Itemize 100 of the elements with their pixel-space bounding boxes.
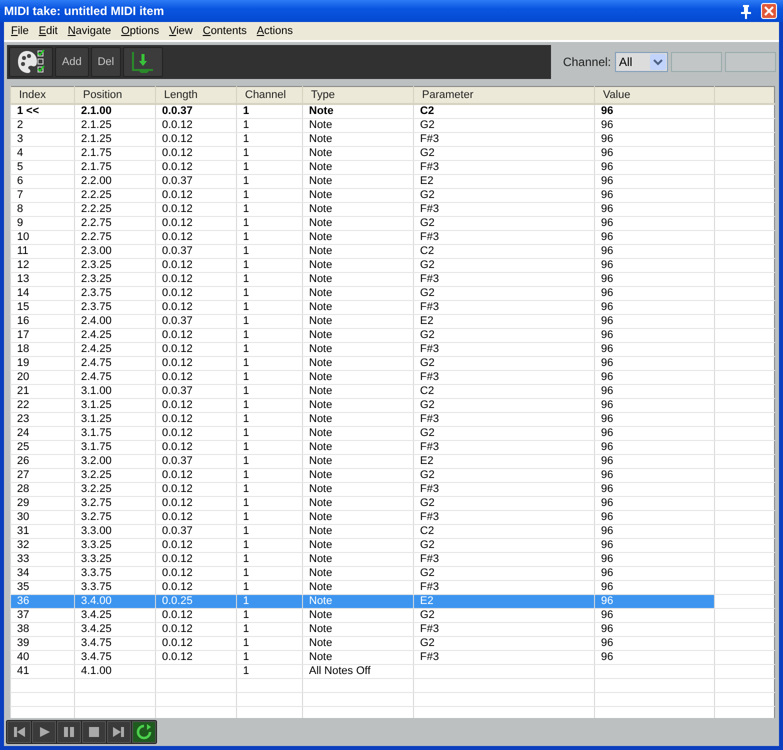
- table-row[interactable]: 28 3.2.25 0.0.12 1 Note F#3 96: [10, 482, 774, 496]
- table-row[interactable]: 20 2.4.75 0.0.12 1 Note F#3 96: [10, 370, 774, 384]
- table-row[interactable]: 22 3.1.25 0.0.12 1 Note G2 96: [10, 398, 774, 412]
- column-header[interactable]: Position: [74, 86, 156, 104]
- table-row[interactable]: 7 2.2.25 0.0.12 1 Note G2 96: [10, 188, 774, 202]
- table-row[interactable]: 4 2.1.75 0.0.12 1 Note G2 96: [10, 146, 774, 160]
- table-cell: 1: [236, 230, 302, 244]
- table-cell: 96: [594, 552, 714, 566]
- menu-item[interactable]: Navigate: [62, 25, 116, 37]
- table-cell: 34: [10, 566, 74, 580]
- skip-forward-button[interactable]: [107, 721, 131, 743]
- menu-item[interactable]: Edit: [34, 25, 63, 37]
- table-cell: G2: [414, 286, 594, 300]
- table-cell: 2.3.75: [74, 300, 156, 314]
- palette-button[interactable]: [9, 47, 53, 77]
- insert-button[interactable]: [123, 47, 164, 77]
- table-row[interactable]: 33 3.3.25 0.0.12 1 Note F#3 96: [10, 552, 774, 566]
- toolbar-button[interactable]: Del: [90, 47, 122, 77]
- table-row[interactable]: 5 2.1.75 0.0.12 1 Note F#3 96: [10, 160, 774, 174]
- table-row[interactable]: 29 3.2.75 0.0.12 1 Note G2 96: [10, 496, 774, 510]
- table-cell: 3.3.25: [74, 552, 156, 566]
- menu-item[interactable]: View: [164, 25, 198, 37]
- stop-button[interactable]: [82, 721, 106, 743]
- table-row[interactable]: 40 3.4.75 0.0.12 1 Note F#3 96: [10, 650, 774, 664]
- table-row[interactable]: 3 2.1.25 0.0.12 1 Note F#3 96: [10, 132, 774, 146]
- column-header[interactable]: Value: [594, 86, 714, 104]
- table-cell: 96: [594, 398, 714, 412]
- table-cell: 96: [594, 496, 714, 510]
- table-row[interactable]: 15 2.3.75 0.0.12 1 Note F#3 96: [10, 300, 774, 314]
- table-row[interactable]: 2 2.1.25 0.0.12 1 Note G2 96: [10, 118, 774, 132]
- table-row[interactable]: 26 3.2.00 0.0.37 1 Note E2 96: [10, 454, 774, 468]
- table-cell: 96: [594, 440, 714, 454]
- toolbar-button[interactable]: Add: [55, 47, 89, 77]
- table-row[interactable]: 38 3.4.25 0.0.12 1 Note F#3 96: [10, 622, 774, 636]
- table-cell: 96: [594, 300, 714, 314]
- table-row[interactable]: 19 2.4.75 0.0.12 1 Note G2 96: [10, 356, 774, 370]
- table-cell: 0.0.12: [156, 328, 236, 342]
- skip-back-button[interactable]: [7, 721, 31, 743]
- table-cell: 1: [236, 398, 302, 412]
- column-header[interactable]: Length: [156, 86, 236, 104]
- table-row[interactable]: 1 << 2.1.00 0.0.37 1 Note C2 96: [10, 104, 774, 118]
- table-cell: 18: [10, 342, 74, 356]
- channel-dropdown[interactable]: All: [615, 52, 668, 72]
- table-cell: 96: [594, 104, 714, 118]
- table-row[interactable]: 18 2.4.25 0.0.12 1 Note F#3 96: [10, 342, 774, 356]
- table-row[interactable]: 34 3.3.75 0.0.12 1 Note G2 96: [10, 566, 774, 580]
- table-cell: 0.0.37: [156, 174, 236, 188]
- repeat-button[interactable]: [132, 721, 156, 743]
- table-cell: 0.0.12: [156, 608, 236, 622]
- table-row[interactable]: 8 2.2.25 0.0.12 1 Note F#3 96: [10, 202, 774, 216]
- table-row[interactable]: 37 3.4.25 0.0.12 1 Note G2 96: [10, 608, 774, 622]
- table-row[interactable]: 13 2.3.25 0.0.12 1 Note F#3 96: [10, 272, 774, 286]
- menu-item[interactable]: File: [6, 25, 34, 37]
- menu-item[interactable]: Options: [116, 25, 164, 37]
- pause-button[interactable]: [57, 721, 81, 743]
- table-cell: Note: [302, 496, 414, 510]
- table-cell: Note: [302, 594, 414, 608]
- table-row[interactable]: 24 3.1.75 0.0.12 1 Note G2 96: [10, 426, 774, 440]
- pin-icon[interactable]: [740, 4, 752, 18]
- menu-item[interactable]: Contents: [198, 25, 252, 37]
- table-row[interactable]: 21 3.1.00 0.0.37 1 Note C2 96: [10, 384, 774, 398]
- table-row[interactable]: 11 2.3.00 0.0.37 1 Note C2 96: [10, 244, 774, 258]
- table-cell: 1: [236, 412, 302, 426]
- close-button[interactable]: [761, 3, 777, 19]
- table-row[interactable]: 12 2.3.25 0.0.12 1 Note G2 96: [10, 258, 774, 272]
- table-row[interactable]: 9 2.2.75 0.0.12 1 Note G2 96: [10, 216, 774, 230]
- table-row[interactable]: 32 3.3.25 0.0.12 1 Note G2 96: [10, 538, 774, 552]
- table-cell: Note: [302, 482, 414, 496]
- table-row[interactable]: 25 3.1.75 0.0.12 1 Note F#3 96: [10, 440, 774, 454]
- table-row[interactable]: 10 2.2.75 0.0.12 1 Note F#3 96: [10, 230, 774, 244]
- table-row[interactable]: 30 3.2.75 0.0.12 1 Note F#3 96: [10, 510, 774, 524]
- table-row[interactable]: 14 2.3.75 0.0.12 1 Note G2 96: [10, 286, 774, 300]
- column-header[interactable]: Type: [302, 86, 414, 104]
- table-row[interactable]: 23 3.1.25 0.0.12 1 Note F#3 96: [10, 412, 774, 426]
- table-cell: G2: [414, 538, 594, 552]
- table-cell: 96: [594, 132, 714, 146]
- table-row[interactable]: 6 2.2.00 0.0.37 1 Note E2 96: [10, 174, 774, 188]
- table-row[interactable]: 16 2.4.00 0.0.37 1 Note E2 96: [10, 314, 774, 328]
- play-button[interactable]: [32, 721, 56, 743]
- table-row[interactable]: 41 4.1.00 1 All Notes Off: [10, 664, 774, 678]
- menu-item[interactable]: Actions: [252, 25, 298, 37]
- table-cell: F#3: [414, 160, 594, 174]
- table-cell: Note: [302, 342, 414, 356]
- table-cell: 1: [236, 300, 302, 314]
- table-cell: Note: [302, 272, 414, 286]
- column-header[interactable]: Index: [10, 86, 74, 104]
- table-cell: 0.0.12: [156, 188, 236, 202]
- column-header[interactable]: Channel: [236, 86, 302, 104]
- table-cell: 96: [594, 566, 714, 580]
- table-row[interactable]: 17 2.4.25 0.0.12 1 Note G2 96: [10, 328, 774, 342]
- table-cell: 96: [594, 412, 714, 426]
- channel-value: All: [619, 55, 632, 69]
- column-header[interactable]: Parameter: [414, 86, 594, 104]
- table-cell: 0.0.12: [156, 510, 236, 524]
- table-row[interactable]: 27 3.2.25 0.0.12 1 Note G2 96: [10, 468, 774, 482]
- table-cell: 96: [594, 356, 714, 370]
- table-cell: 29: [10, 496, 74, 510]
- table-row[interactable]: 39 3.4.75 0.0.12 1 Note G2 96: [10, 636, 774, 650]
- table-cell: G2: [414, 118, 594, 132]
- table-row[interactable]: 31 3.3.00 0.0.37 1 Note C2 96: [10, 524, 774, 538]
